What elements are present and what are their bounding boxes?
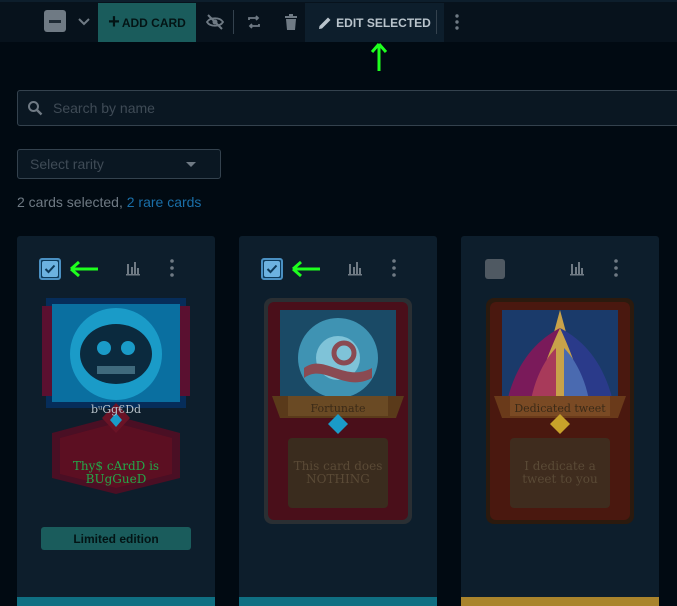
card-name: bᵘGg€Dd xyxy=(90,403,142,416)
more-options-button[interactable] xyxy=(448,4,466,40)
card-status-strip xyxy=(17,597,215,606)
caret-down-icon xyxy=(186,161,196,167)
card-status-strip xyxy=(461,597,659,606)
card-more-icon[interactable] xyxy=(611,258,621,278)
hide-button[interactable] xyxy=(199,4,231,40)
annotation-arrow-left-icon xyxy=(70,260,98,278)
minus-icon xyxy=(49,19,61,23)
toolbar-divider xyxy=(233,10,234,34)
swap-button[interactable] xyxy=(238,4,270,40)
toolbar-divider xyxy=(436,10,437,34)
edit-selected-label: EDIT SELECTED xyxy=(336,15,431,30)
card-name: Fortunate xyxy=(310,402,366,415)
card-more-icon[interactable] xyxy=(389,258,399,278)
selection-summary: 2 cards selected, 2 rare cards xyxy=(17,194,201,210)
selected-count-text: 2 cards selected, xyxy=(17,194,123,210)
card-tile: Fortunate This card does NOTHING xyxy=(239,236,437,606)
bar-chart-icon[interactable] xyxy=(347,260,363,276)
rare-cards-link[interactable]: 2 rare cards xyxy=(127,194,202,210)
search-input[interactable] xyxy=(51,99,655,117)
edit-selected-button[interactable]: EDIT SELECTED xyxy=(305,3,444,42)
card-tile: bᵘGg€Dd Thy$ cArdD is BUgGueD Limited ed… xyxy=(17,236,215,606)
select-all-checkbox[interactable] xyxy=(44,10,66,32)
edition-badge: Limited edition xyxy=(41,527,191,550)
card-checkbox[interactable] xyxy=(39,258,61,280)
more-vertical-icon xyxy=(455,14,459,30)
bar-chart-icon[interactable] xyxy=(569,260,585,276)
pencil-icon xyxy=(319,17,331,29)
check-icon xyxy=(44,264,56,274)
card-status-strip xyxy=(239,597,437,606)
toolbar: + ADD CARD EDIT SELECTED xyxy=(0,0,677,42)
add-card-label: ADD CARD xyxy=(121,15,186,30)
add-card-button[interactable]: + ADD CARD xyxy=(98,3,196,42)
repeat-icon xyxy=(248,15,260,29)
annotation-arrow-up-icon xyxy=(370,43,388,71)
trash-icon xyxy=(285,14,297,30)
rarity-placeholder: Select rarity xyxy=(30,156,104,172)
card-description: I dedicate a tweet to you xyxy=(522,459,598,486)
select-menu-button[interactable] xyxy=(74,4,94,40)
annotation-arrow-left-icon xyxy=(292,260,320,278)
card-description: Thy$ cArdD is BUgGueD xyxy=(72,459,160,486)
card-more-icon[interactable] xyxy=(167,258,177,278)
rarity-select[interactable]: Select rarity xyxy=(17,149,221,179)
card-checkbox[interactable] xyxy=(485,259,505,279)
check-icon xyxy=(266,264,278,274)
search-box[interactable] xyxy=(17,90,677,126)
card-name: Dedicated tweet xyxy=(514,402,606,415)
chevron-down-icon xyxy=(78,18,90,26)
toolbar-top-border xyxy=(0,0,677,2)
delete-button[interactable] xyxy=(275,4,307,40)
card-tile: Dedicated tweet I dedicate a tweet to yo… xyxy=(461,236,659,606)
search-icon xyxy=(28,101,43,116)
plus-icon: + xyxy=(108,11,120,33)
eye-off-icon xyxy=(206,14,224,30)
bar-chart-icon[interactable] xyxy=(125,260,141,276)
card-checkbox[interactable] xyxy=(261,258,283,280)
card-description: This card does NOTHING xyxy=(293,459,383,486)
